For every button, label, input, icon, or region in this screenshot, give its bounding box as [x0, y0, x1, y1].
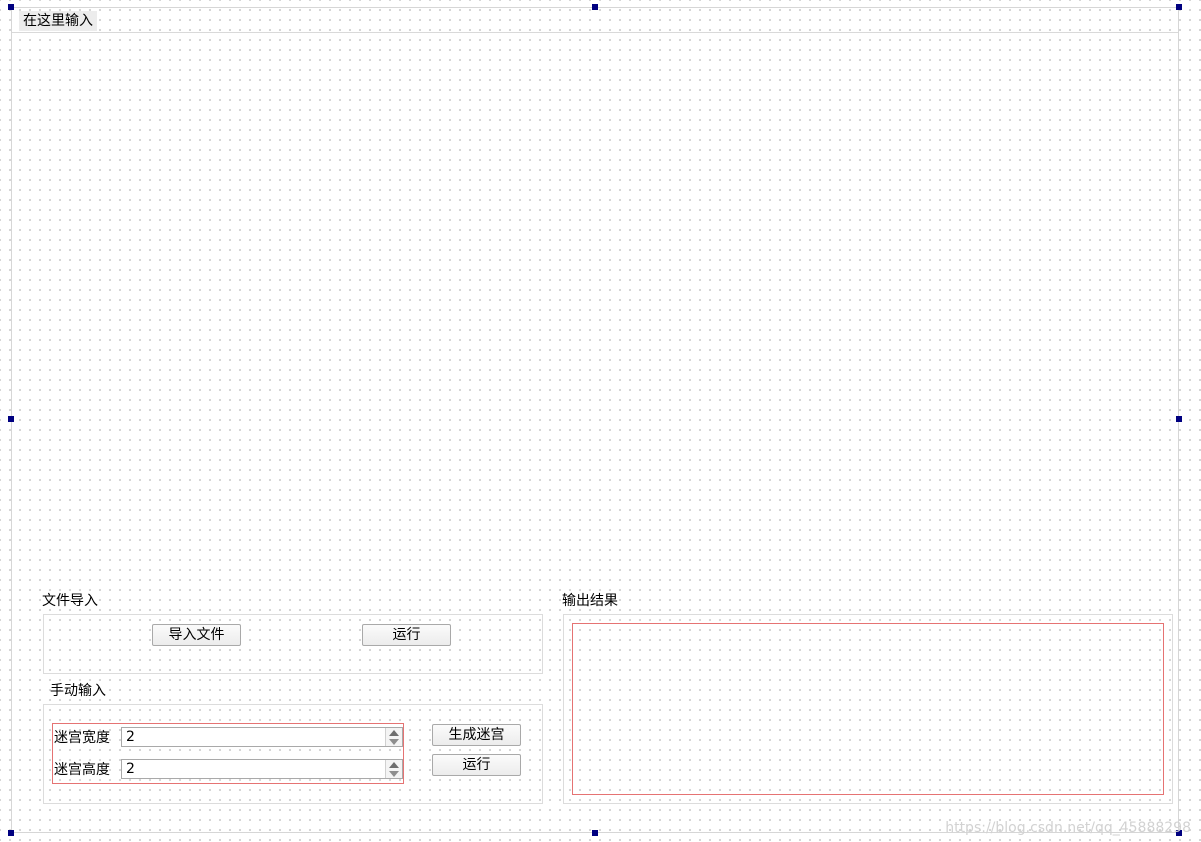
form-layout: 迷宫宽度 2 迷宫高度 2: [52, 723, 404, 784]
file-import-group: 导入文件 运行: [43, 614, 543, 674]
maze-height-spinbox[interactable]: 2: [121, 759, 403, 779]
output-text-area[interactable]: [572, 623, 1164, 795]
arrow-up-icon[interactable]: [389, 762, 399, 768]
arrow-up-icon[interactable]: [389, 730, 399, 736]
menu-bar: 在这里输入: [12, 8, 1178, 33]
import-file-button[interactable]: 导入文件: [152, 624, 241, 646]
output-title: 输出结果: [562, 593, 618, 609]
file-import-title: 文件导入: [42, 593, 98, 609]
maze-height-value: 2: [126, 761, 135, 777]
resize-handle-middle-left[interactable]: [8, 416, 14, 422]
resize-handle-bottom-center[interactable]: [592, 830, 598, 836]
spin-arrows[interactable]: [385, 728, 402, 746]
resize-handle-bottom-left[interactable]: [8, 830, 14, 836]
resize-handle-middle-right[interactable]: [1176, 416, 1182, 422]
file-run-button[interactable]: 运行: [362, 624, 451, 646]
menu-placeholder-item[interactable]: 在这里输入: [19, 11, 97, 31]
maze-width-value: 2: [126, 729, 135, 745]
manual-input-title: 手动输入: [50, 683, 106, 699]
maze-height-label: 迷宫高度: [54, 762, 110, 778]
manual-input-group: 迷宫宽度 2 迷宫高度 2 生成迷宫 运行: [43, 704, 543, 804]
output-group: [563, 614, 1173, 804]
maze-width-spinbox[interactable]: 2: [121, 727, 403, 747]
watermark: https://blog.csdn.net/qq_45888298: [945, 820, 1191, 836]
generate-maze-button[interactable]: 生成迷宫: [432, 724, 521, 746]
manual-run-button[interactable]: 运行: [432, 754, 521, 776]
spin-arrows[interactable]: [385, 760, 402, 778]
form-canvas: 在这里输入 文件导入 导入文件 运行 手动输入 迷宫宽度 2 迷宫高度 2 生成…: [0, 0, 1201, 842]
maze-width-label: 迷宫宽度: [54, 730, 110, 746]
arrow-down-icon[interactable]: [389, 771, 399, 777]
arrow-down-icon[interactable]: [389, 739, 399, 745]
